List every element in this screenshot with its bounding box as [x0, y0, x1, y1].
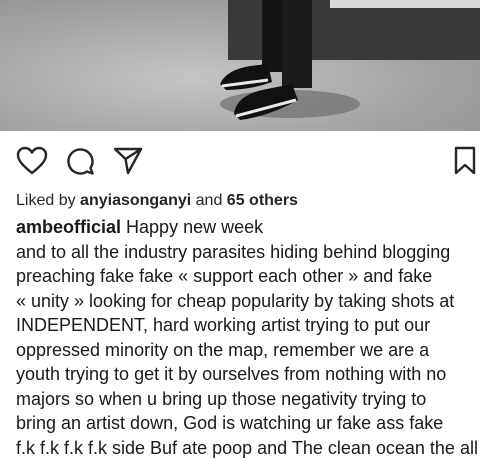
likes-summary: Liked by anyiasonganyi and 65 others: [16, 191, 298, 211]
caption-line: youth trying to get it by ourselves from…: [16, 362, 478, 387]
photo-light-strip: [330, 0, 480, 8]
bookmark-icon[interactable]: [453, 146, 477, 176]
comment-icon[interactable]: [65, 146, 95, 176]
likes-middle: and: [191, 192, 227, 209]
post-photo[interactable]: [0, 0, 480, 131]
caption-line: majors so when u bring up those negativi…: [16, 387, 478, 412]
share-icon[interactable]: [113, 146, 143, 176]
caption-username-link[interactable]: ambeofficial: [16, 217, 121, 237]
photo-leg-right: [282, 0, 312, 88]
caption-line: bring an artist down, God is watching ur…: [16, 411, 478, 436]
post-caption: ambeofficial Happy new week and to all t…: [16, 215, 478, 460]
caption-line: and to all the industry parasites hiding…: [16, 240, 478, 265]
caption-line: « unity » looking for cheap popularity b…: [16, 289, 478, 314]
likes-others-link[interactable]: 65 others: [227, 192, 298, 209]
caption-line: INDEPENDENT, hard working artist trying …: [16, 313, 478, 338]
heart-icon[interactable]: [16, 146, 48, 176]
likes-prefix: Liked by: [16, 192, 80, 209]
photo-image: [0, 0, 480, 131]
caption-text-first: Happy new week: [121, 217, 263, 237]
caption-line: f.k f.k f.k f.k side Buf ate poop and Th…: [16, 436, 478, 460]
liked-by-user-link[interactable]: anyiasonganyi: [80, 192, 191, 209]
post-actions-bar: [0, 140, 480, 180]
caption-line: oppressed minority on the map, remember …: [16, 338, 478, 363]
caption-line: preaching fake fake « support each other…: [16, 264, 478, 289]
caption-first-line: ambeofficial Happy new week: [16, 215, 478, 240]
